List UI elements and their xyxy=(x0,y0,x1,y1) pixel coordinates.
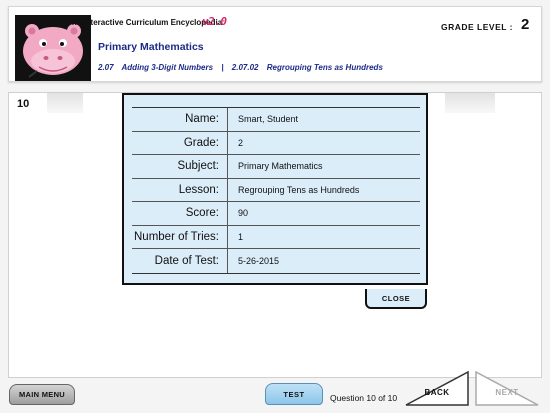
header: The Interactive Curriculum Encyclopedia … xyxy=(8,6,542,82)
back-label: BACK xyxy=(424,388,450,397)
back-button[interactable]: BACK xyxy=(404,370,470,406)
result-row-name: Name: Smart, Student xyxy=(132,108,420,132)
next-button[interactable]: NEXT xyxy=(474,370,540,406)
result-label: Number of Tries: xyxy=(132,225,228,248)
grade-level-value: 2 xyxy=(521,16,530,33)
result-row-subject: Subject: Primary Mathematics xyxy=(132,155,420,179)
tab-shade-right xyxy=(445,93,495,113)
result-row-date: Date of Test: 5-26-2015 xyxy=(132,249,420,273)
result-value: Smart, Student xyxy=(238,114,299,125)
result-row-score: Score: 90 xyxy=(132,202,420,226)
result-row-grade: Grade: 2 xyxy=(132,131,420,155)
result-label: Name: xyxy=(132,108,228,131)
result-value: 2 xyxy=(238,137,244,148)
results-table: Name: Smart, Student Grade: 2 Subject: P… xyxy=(132,107,420,274)
result-row-tries: Number of Tries: 1 xyxy=(132,225,420,249)
result-value: 90 xyxy=(238,208,249,219)
result-label: Lesson: xyxy=(132,178,228,201)
breadcrumb-lesson-number: 2.07 xyxy=(98,63,114,72)
breadcrumb-sublesson-name: Regrouping Tens as Hundreds xyxy=(266,63,383,72)
breadcrumb: 2.07 Adding 3-Digit Numbers | 2.07.02 Re… xyxy=(98,63,389,72)
result-row-lesson: Lesson: Regrouping Tens as Hundreds xyxy=(132,178,420,202)
result-label: Score: xyxy=(132,202,228,225)
app-title: The Interactive Curriculum Encyclopedia xyxy=(67,18,223,27)
app-version: v2.0 xyxy=(202,15,227,28)
test-results-dialog: Name: Smart, Student Grade: 2 Subject: P… xyxy=(122,93,428,285)
result-label: Grade: xyxy=(132,131,228,154)
result-value: Regrouping Tens as Hundreds xyxy=(238,184,360,195)
result-label: Date of Test: xyxy=(132,249,228,273)
main-menu-button[interactable]: MAIN MENU xyxy=(9,384,75,405)
result-label: Subject: xyxy=(132,155,228,178)
question-counter: Question 10 of 10 xyxy=(330,393,398,403)
next-label: NEXT xyxy=(495,388,519,397)
question-area: 10 Name: Smart, Student Grade: 2 Subject… xyxy=(8,92,542,378)
question-number: 10 xyxy=(17,98,30,110)
tab-shade-left xyxy=(47,93,83,113)
result-value: 5-26-2015 xyxy=(238,255,280,266)
result-value: Primary Mathematics xyxy=(238,161,323,172)
grade-level-label: GRADE LEVEL : xyxy=(441,22,513,32)
breadcrumb-separator: | xyxy=(221,63,224,72)
breadcrumb-sublesson-number: 2.07.02 xyxy=(231,63,259,72)
breadcrumb-lesson-name: Adding 3-Digit Numbers xyxy=(121,63,214,72)
app-window: The Interactive Curriculum Encyclopedia … xyxy=(0,0,550,413)
test-button[interactable]: TEST xyxy=(265,383,323,405)
subject-title: Primary Mathematics xyxy=(98,41,204,53)
result-value: 1 xyxy=(238,231,244,242)
close-button[interactable]: CLOSE xyxy=(365,289,427,309)
